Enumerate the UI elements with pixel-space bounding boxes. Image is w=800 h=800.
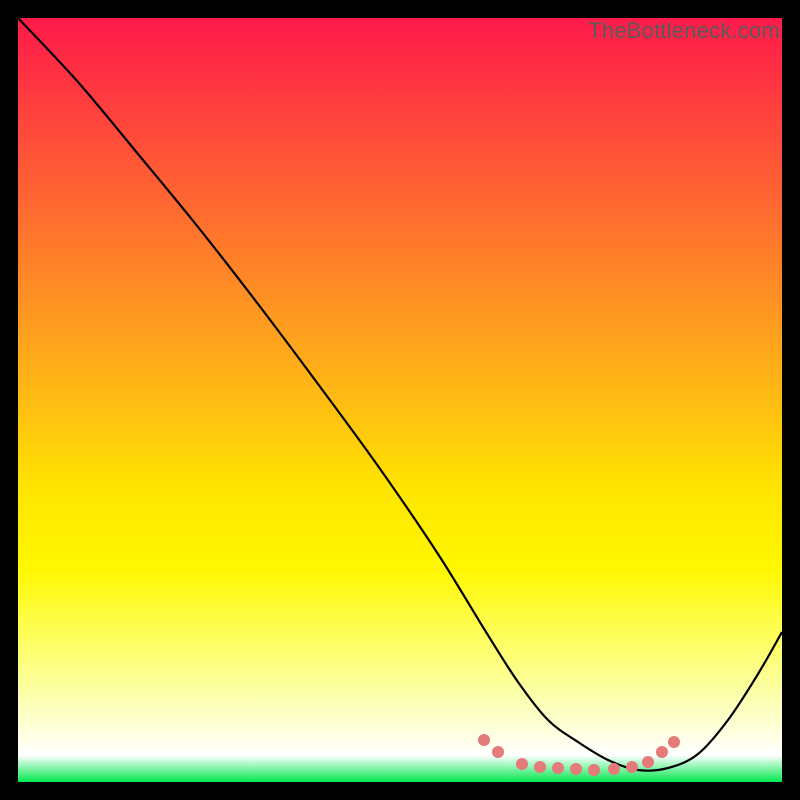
marker-dot (642, 756, 654, 768)
bottleneck-chart (18, 18, 782, 782)
marker-dot (552, 762, 564, 774)
watermark-text: TheBottleneck.com (588, 18, 780, 44)
marker-dot (516, 758, 528, 770)
marker-dot (478, 734, 490, 746)
marker-dot (656, 746, 668, 758)
chart-frame: TheBottleneck.com (18, 18, 782, 782)
marker-dot (608, 763, 620, 775)
marker-dot (626, 761, 638, 773)
marker-dot (570, 763, 582, 775)
marker-dot (534, 761, 546, 773)
marker-dot (492, 746, 504, 758)
marker-dot (668, 736, 680, 748)
marker-dot (588, 764, 600, 776)
bottleneck-curve-line (18, 18, 782, 771)
